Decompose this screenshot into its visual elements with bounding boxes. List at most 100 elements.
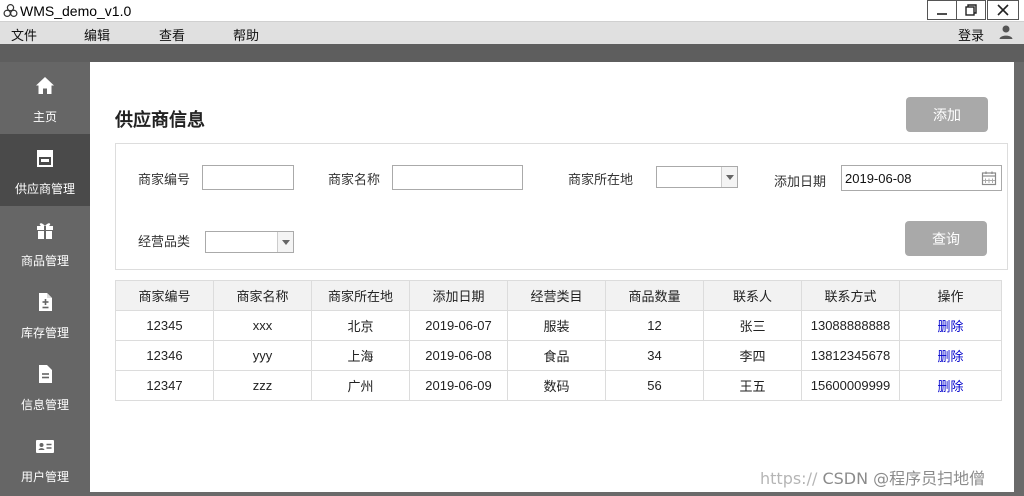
window-frame-right (1014, 62, 1024, 496)
window-frame-bottom (90, 492, 1014, 496)
inventory-doc-icon (39, 293, 52, 311)
sidebar-item-users[interactable]: 用户管理 (0, 422, 90, 494)
cell-merchant-id: 12345 (115, 310, 214, 341)
menu-edit[interactable]: 编辑 (84, 25, 110, 44)
table-header-row: 商家编号 商家名称 商家所在地 添加日期 经营类目 商品数量 联系人 联系方式 … (115, 280, 1002, 311)
filter-panel: 商家编号 商家名称 商家所在地 添加日期 2019-06-08 经营品类 查询 (115, 143, 1008, 270)
sidebar-item-supplier[interactable]: 供应商管理 (0, 134, 90, 206)
add-button[interactable]: 添加 (906, 97, 988, 132)
cell-location: 北京 (311, 310, 410, 341)
category-select[interactable] (205, 231, 294, 253)
cell-phone: 13812345678 (801, 340, 900, 371)
sidebar-item-label: 商品管理 (20, 254, 69, 268)
column-header: 商家编号 (115, 280, 214, 311)
cell-category: 数码 (507, 370, 606, 401)
sidebar-item-products[interactable]: 商品管理 (0, 206, 90, 278)
store-icon (37, 150, 53, 167)
table-row: 12347 zzz 广州 2019-06-09 数码 56 王五 1560000… (115, 370, 1002, 401)
window-title: WMS_demo_v1.0 (20, 3, 132, 19)
sidebar-item-info[interactable]: 信息管理 (0, 350, 90, 422)
watermark: https:// CSDN @程序员扫地僧 (760, 465, 985, 489)
delete-link[interactable]: 删除 (937, 350, 963, 365)
column-header: 商家名称 (213, 280, 312, 311)
cell-category: 服装 (507, 310, 606, 341)
query-button[interactable]: 查询 (905, 221, 987, 256)
merchant-name-label: 商家名称 (328, 173, 381, 188)
merchant-id-label: 商家编号 (138, 173, 191, 188)
app-logo-icon (3, 3, 18, 18)
sidebar-item-label: 信息管理 (20, 398, 69, 412)
sidebar-item-inventory[interactable]: 库存管理 (0, 278, 90, 350)
menu-help[interactable]: 帮助 (233, 25, 259, 44)
column-header: 商品数量 (605, 280, 704, 311)
document-icon (39, 365, 52, 383)
user-icon[interactable] (998, 24, 1014, 40)
id-card-icon (36, 440, 54, 453)
cell-contact: 王五 (703, 370, 802, 401)
cell-quantity: 56 (605, 370, 704, 401)
date-label: 添加日期 (774, 175, 827, 190)
delete-link[interactable]: 删除 (937, 320, 963, 335)
table-row: 12345 xxx 北京 2019-06-07 服装 12 张三 1308888… (115, 310, 1002, 341)
category-label: 经营品类 (138, 235, 191, 250)
supplier-table: 商家编号 商家名称 商家所在地 添加日期 经营类目 商品数量 联系人 联系方式 … (115, 280, 1002, 401)
calendar-icon[interactable] (981, 170, 997, 186)
cell-location: 广州 (311, 370, 410, 401)
column-header: 添加日期 (409, 280, 508, 311)
watermark-text: CSDN @程序员扫地僧 (822, 469, 986, 488)
date-picker[interactable]: 2019-06-08 (841, 165, 1002, 191)
cell-merchant-name: xxx (213, 310, 312, 341)
minimize-button[interactable] (927, 0, 957, 20)
location-select[interactable] (656, 166, 738, 188)
watermark-prefix: https:// (760, 469, 818, 488)
title-bar: WMS_demo_v1.0 (0, 0, 1024, 22)
cell-date: 2019-06-09 (409, 370, 508, 401)
home-icon (36, 77, 54, 94)
merchant-name-input[interactable] (392, 165, 523, 190)
cell-category: 食品 (507, 340, 606, 371)
column-header: 操作 (899, 280, 1002, 311)
cell-date: 2019-06-08 (409, 340, 508, 371)
table-row: 12346 yyy 上海 2019-06-08 食品 34 李四 1381234… (115, 340, 1002, 371)
cell-merchant-name: yyy (213, 340, 312, 371)
cell-phone: 15600009999 (801, 370, 900, 401)
cell-contact: 李四 (703, 340, 802, 371)
sidebar-item-home[interactable]: 主页 (0, 62, 90, 134)
gift-icon (37, 223, 53, 239)
merchant-id-input[interactable] (202, 165, 294, 190)
cell-contact: 张三 (703, 310, 802, 341)
header-strip (0, 44, 1024, 62)
location-label: 商家所在地 (568, 173, 634, 188)
menu-file[interactable]: 文件 (11, 25, 37, 44)
sidebar-item-label: 用户管理 (20, 470, 69, 484)
menu-view[interactable]: 查看 (159, 25, 185, 44)
cell-location: 上海 (311, 340, 410, 371)
sidebar: 主页 供应商管理 商品管理 库存管理 信息管理 用户管理 (0, 62, 90, 496)
menu-bar: 文件 编辑 查看 帮助 登录 (0, 22, 1024, 44)
restore-button[interactable] (956, 0, 986, 20)
chevron-down-icon (277, 232, 293, 252)
cell-quantity: 34 (605, 340, 704, 371)
sidebar-item-label: 主页 (32, 110, 57, 124)
column-header: 经营类目 (507, 280, 606, 311)
minimize-icon (937, 13, 947, 15)
restore-icon (965, 4, 977, 16)
page-title: 供应商信息 (115, 110, 205, 131)
cell-merchant-id: 12346 (115, 340, 214, 371)
column-header: 联系方式 (801, 280, 900, 311)
column-header: 商家所在地 (311, 280, 410, 311)
cell-quantity: 12 (605, 310, 704, 341)
sidebar-item-label: 库存管理 (20, 326, 69, 340)
column-header: 联系人 (703, 280, 802, 311)
date-value: 2019-06-08 (845, 171, 912, 186)
close-button[interactable] (987, 0, 1019, 20)
cell-merchant-name: zzz (213, 370, 312, 401)
delete-link[interactable]: 删除 (937, 380, 963, 395)
cell-date: 2019-06-07 (409, 310, 508, 341)
cell-merchant-id: 12347 (115, 370, 214, 401)
login-link[interactable]: 登录 (958, 25, 984, 44)
sidebar-item-label: 供应商管理 (14, 182, 75, 196)
cell-phone: 13088888888 (801, 310, 900, 341)
chevron-down-icon (721, 167, 737, 187)
close-icon (997, 4, 1009, 16)
